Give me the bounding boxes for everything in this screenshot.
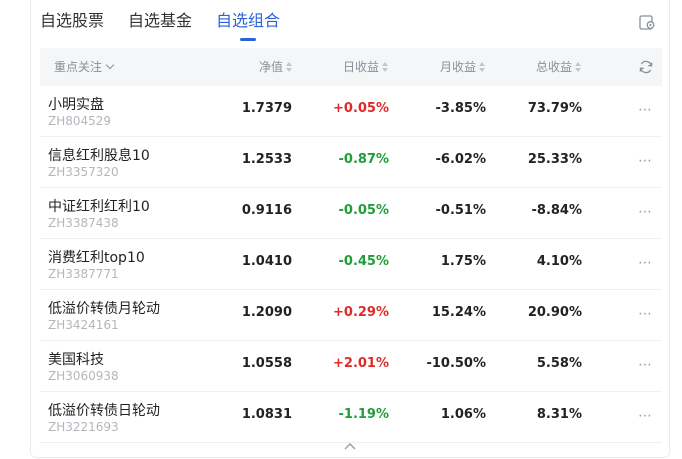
table-row[interactable]: 低溢价转债月轮动 ZH3424161 1.2090 +0.29% 15.24% …: [40, 290, 662, 341]
total-return: 73.79%: [527, 101, 582, 116]
portfolio-table: 重点关注 净值 日收益 月收益 总收益 小明实盘 ZH804529 1.7379…: [40, 48, 662, 443]
total-return: 4.10%: [536, 254, 582, 269]
day-return: +0.29%: [333, 305, 389, 320]
table-row[interactable]: 中证红利红利10 ZH3387438 0.9116 -0.05% -0.51% …: [40, 188, 662, 239]
month-return: -0.51%: [435, 203, 487, 218]
portfolio-code: ZH3357320: [48, 165, 119, 179]
table-row[interactable]: 信息红利股息10 ZH3357320 1.2533 -0.87% -6.02% …: [40, 137, 662, 188]
tab-funds[interactable]: 自选基金: [128, 10, 192, 40]
chevron-down-icon: [105, 60, 115, 70]
total-return: -8.84%: [531, 203, 583, 218]
month-header-label: 月收益: [440, 60, 477, 74]
nav-value: 1.2090: [241, 305, 292, 320]
refresh-icon[interactable]: [638, 59, 654, 75]
table-row[interactable]: 消费红利top10 ZH3387771 1.0410 -0.45% 1.75% …: [40, 239, 662, 290]
month-return: 15.24%: [431, 305, 486, 320]
nav-value: 1.2533: [241, 152, 292, 167]
more-icon[interactable]: ⋯: [638, 357, 653, 373]
nav-value: 0.9116: [241, 203, 292, 218]
portfolio-name[interactable]: 低溢价转债日轮动: [48, 400, 160, 420]
total-return: 8.31%: [536, 407, 582, 422]
nav-header-label: 净值: [259, 60, 284, 74]
portfolio-code: ZH3060938: [48, 369, 119, 383]
chevron-up-icon[interactable]: [343, 441, 357, 451]
more-icon[interactable]: ⋯: [638, 102, 653, 118]
sort-icon: [286, 62, 293, 72]
portfolio-name[interactable]: 美国科技: [48, 349, 104, 369]
more-icon[interactable]: ⋯: [638, 204, 653, 220]
tab-bar: 自选股票 自选基金 自选组合: [40, 10, 304, 41]
portfolio-code: ZH3387771: [48, 267, 119, 281]
portfolio-code: ZH3424161: [48, 318, 119, 332]
total-return: 5.58%: [536, 356, 582, 371]
sort-icon: [479, 62, 486, 72]
portfolio-code: ZH804529: [48, 114, 112, 128]
table-row[interactable]: 低溢价转债日轮动 ZH3221693 1.0831 -1.19% 1.06% 8…: [40, 392, 662, 443]
day-return: -0.05%: [338, 203, 390, 218]
month-return: -3.85%: [435, 101, 487, 116]
nav-value: 1.0831: [241, 407, 292, 422]
total-return: 20.90%: [527, 305, 582, 320]
portfolio-name[interactable]: 中证红利红利10: [48, 196, 150, 216]
sort-total[interactable]: 总收益: [536, 48, 582, 86]
month-return: 1.06%: [440, 407, 486, 422]
more-icon[interactable]: ⋯: [638, 306, 653, 322]
total-return: 25.33%: [527, 152, 582, 167]
nav-value: 1.0410: [241, 254, 292, 269]
day-return: +0.05%: [333, 101, 389, 116]
sort-icon: [575, 62, 582, 72]
sort-day[interactable]: 日收益: [343, 48, 389, 86]
focus-filter[interactable]: 重点关注: [54, 48, 115, 86]
more-icon[interactable]: ⋯: [638, 153, 653, 169]
tab-stocks[interactable]: 自选股票: [40, 10, 104, 40]
nav-value: 1.0558: [241, 356, 292, 371]
sort-icon: [382, 62, 389, 72]
nav-value: 1.7379: [241, 101, 292, 116]
total-header-label: 总收益: [536, 60, 573, 74]
portfolio-name[interactable]: 信息红利股息10: [48, 145, 150, 165]
table-row[interactable]: 小明实盘 ZH804529 1.7379 +0.05% -3.85% 73.79…: [40, 86, 662, 137]
portfolio-code: ZH3221693: [48, 420, 119, 434]
day-return: -0.45%: [338, 254, 390, 269]
month-return: -6.02%: [435, 152, 487, 167]
portfolio-name[interactable]: 低溢价转债月轮动: [48, 298, 160, 318]
portfolio-code: ZH3387438: [48, 216, 119, 230]
focus-filter-label: 重点关注: [54, 60, 103, 74]
day-return: -1.19%: [338, 407, 390, 422]
sort-nav[interactable]: 净值: [259, 48, 293, 86]
portfolio-name[interactable]: 小明实盘: [48, 94, 104, 114]
sort-month[interactable]: 月收益: [440, 48, 486, 86]
portfolio-name[interactable]: 消费红利top10: [48, 247, 145, 267]
month-return: 1.75%: [440, 254, 486, 269]
more-icon[interactable]: ⋯: [638, 408, 653, 424]
edit-square-icon[interactable]: [637, 12, 657, 32]
table-header: 重点关注 净值 日收益 月收益 总收益: [40, 48, 662, 86]
day-return: -0.87%: [338, 152, 390, 167]
tab-portfolios[interactable]: 自选组合: [216, 10, 280, 41]
day-return: +2.01%: [333, 356, 389, 371]
day-header-label: 日收益: [343, 60, 380, 74]
month-return: -10.50%: [426, 356, 486, 371]
table-row[interactable]: 美国科技 ZH3060938 1.0558 +2.01% -10.50% 5.5…: [40, 341, 662, 392]
more-icon[interactable]: ⋯: [638, 255, 653, 271]
